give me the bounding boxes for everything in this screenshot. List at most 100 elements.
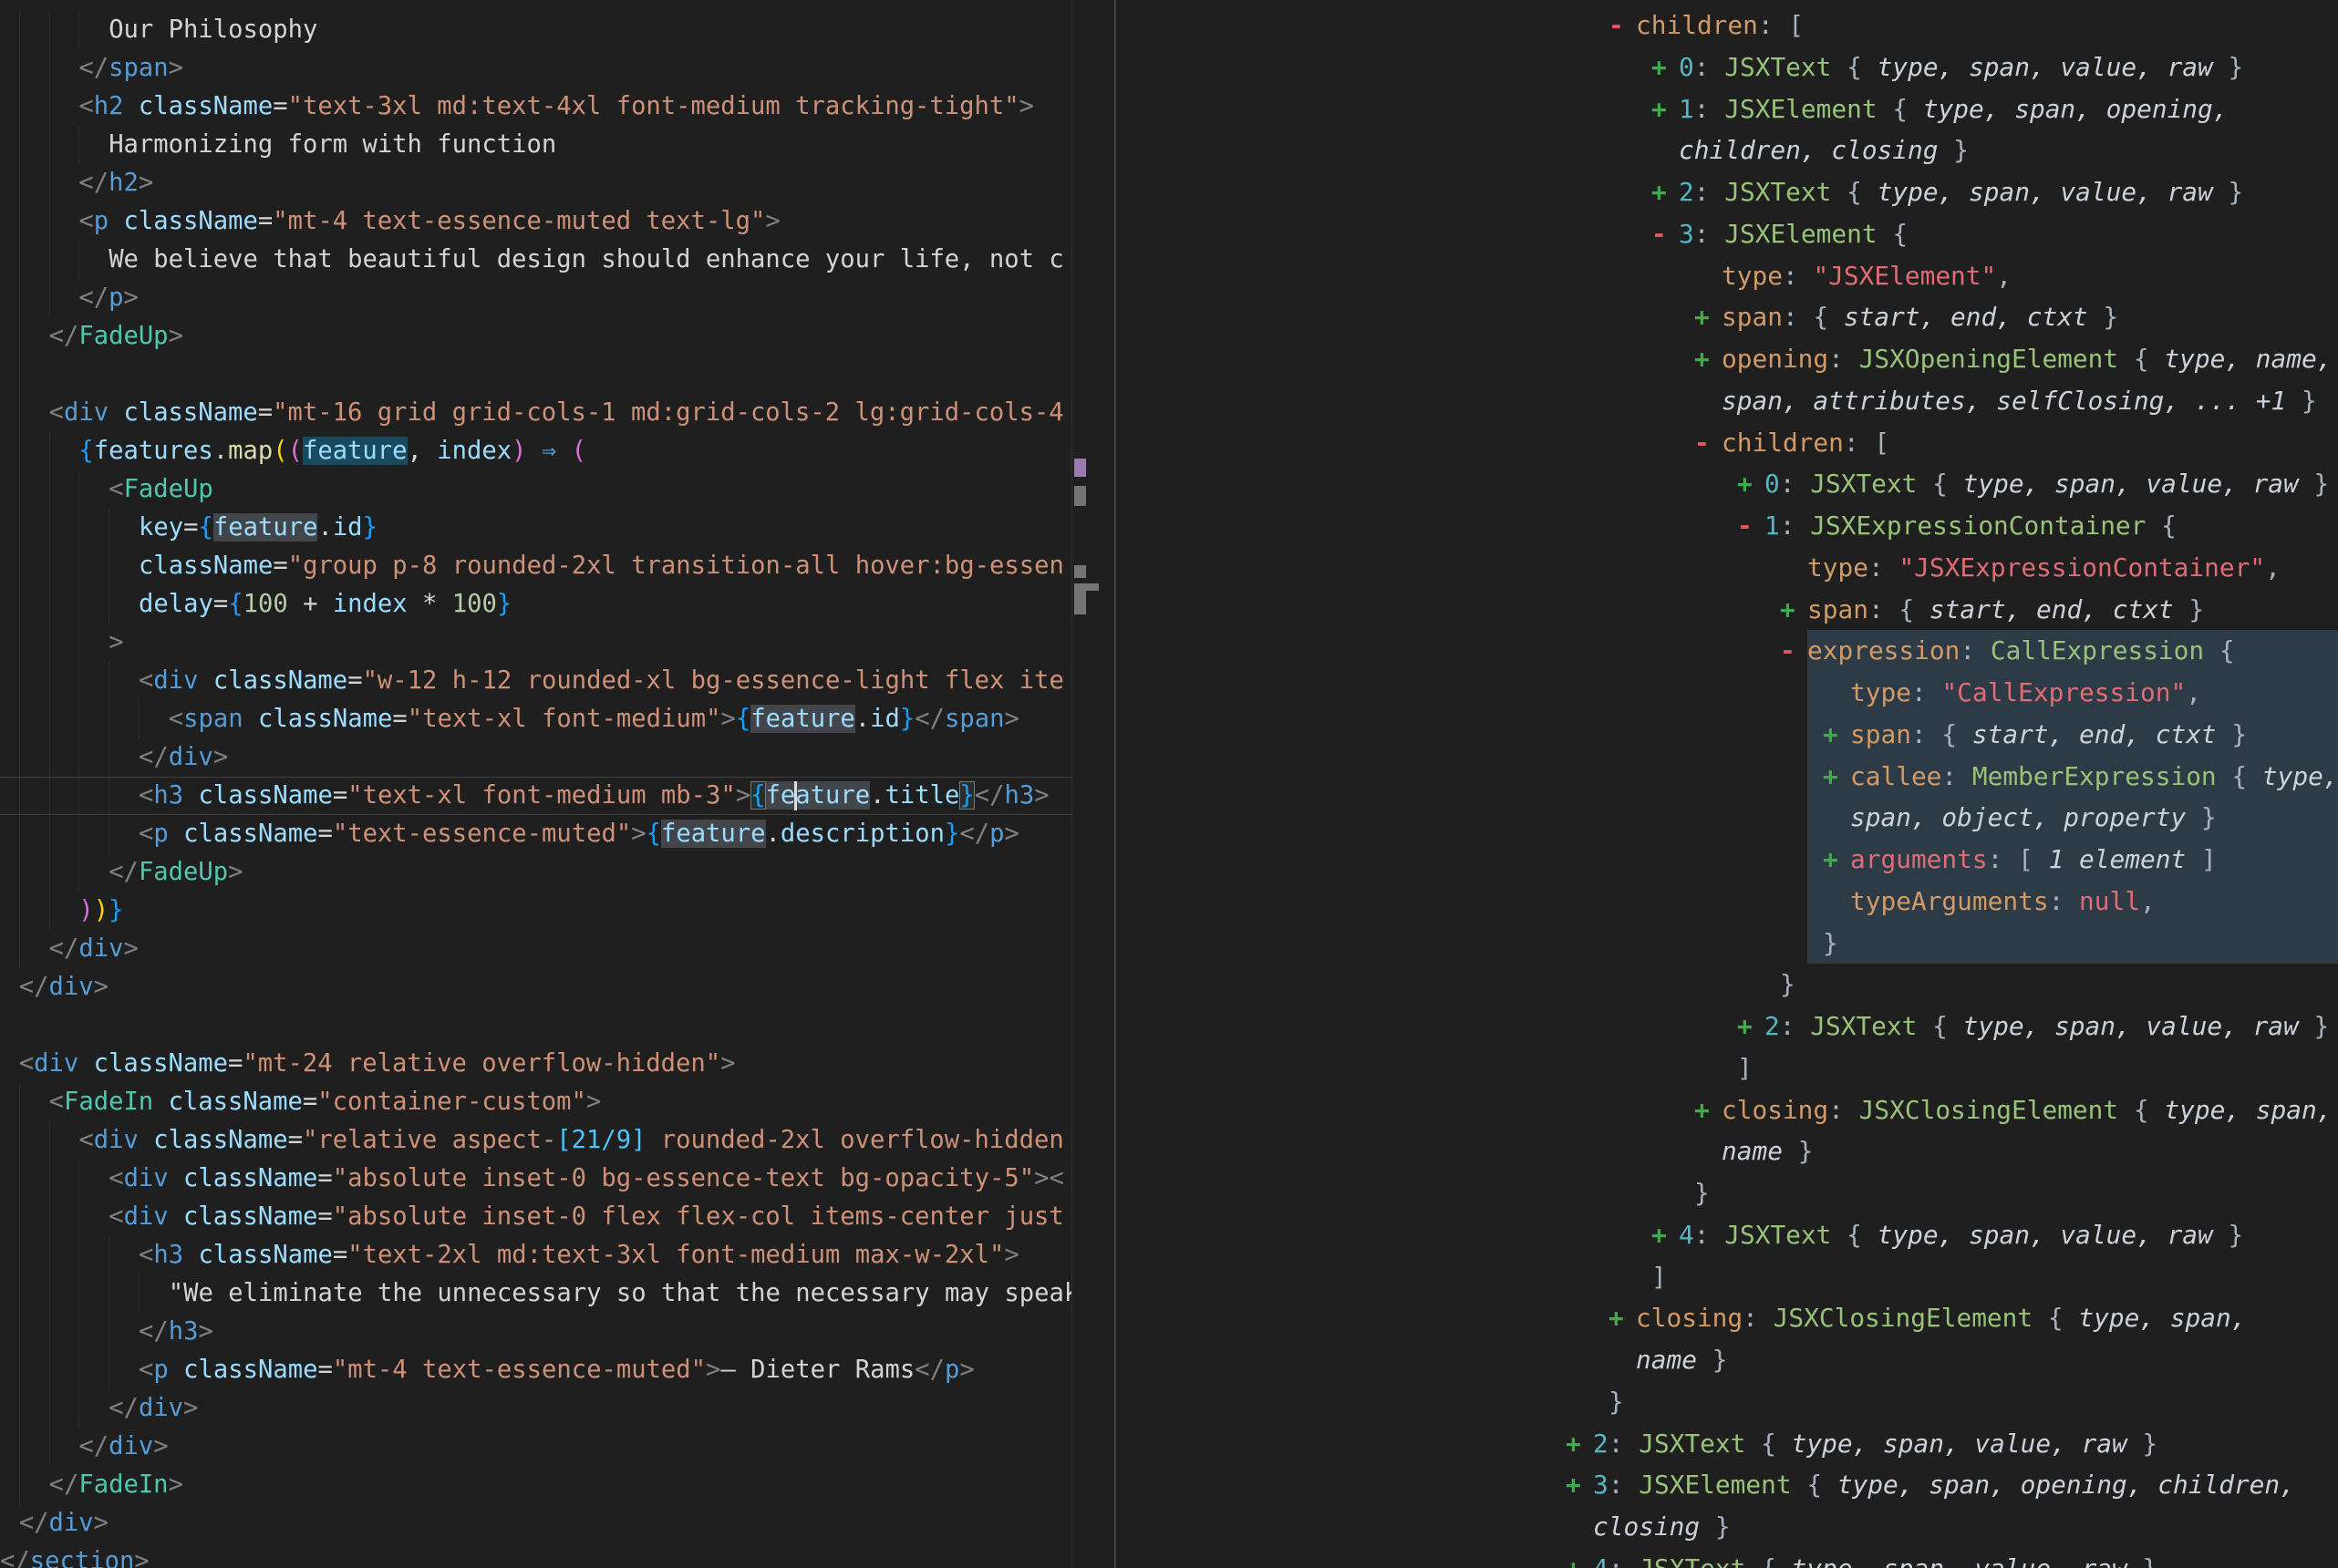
expand-toggle-icon[interactable]: + — [1651, 46, 1667, 88]
code-editor-pane[interactable]: Our Philosophy</span><h2 className="text… — [0, 0, 1114, 1568]
ast-tree-line[interactable]: +4: JSXText { type, span, value, raw } — [1116, 1214, 2338, 1256]
code-line[interactable]: <div className="relative aspect-[21/9] r… — [0, 1121, 1072, 1160]
code-line[interactable]: </h3> — [0, 1313, 1072, 1351]
expand-toggle-icon[interactable]: + — [1737, 463, 1753, 505]
ast-tree-line[interactable]: +1: JSXElement { type, span, opening, — [1116, 88, 2338, 130]
ast-tree-line[interactable]: span, attributes, selfClosing, ... +1 } — [1116, 380, 2338, 422]
ast-tree-panel[interactable]: -children: [+0: JSXText { type, span, va… — [1116, 0, 2338, 1568]
code-line[interactable]: <span className="text-xl font-medium">{f… — [0, 700, 1072, 738]
ast-tree-line[interactable]: } — [1116, 964, 2338, 1006]
collapse-toggle-icon[interactable]: - — [1651, 213, 1667, 255]
ast-tree-line[interactable]: } — [1116, 1172, 2338, 1214]
expand-toggle-icon[interactable]: + — [1566, 1464, 1581, 1506]
expand-toggle-icon[interactable]: + — [1566, 1548, 1581, 1568]
code-line[interactable]: <div className="mt-16 grid grid-cols-1 m… — [0, 394, 1072, 432]
ast-tree-line[interactable]: -children: [ — [1116, 422, 2338, 464]
expand-toggle-icon[interactable]: + — [1823, 714, 1838, 756]
ast-tree-line[interactable]: } — [1116, 1381, 2338, 1423]
collapse-toggle-icon[interactable]: - — [1609, 5, 1624, 46]
code-line[interactable] — [0, 1006, 1072, 1045]
collapse-toggle-icon[interactable]: - — [1737, 505, 1753, 547]
ast-tree-line[interactable]: +span: { start, end, ctxt } — [1116, 296, 2338, 338]
expand-toggle-icon[interactable]: + — [1694, 1089, 1710, 1131]
code-line[interactable]: </div> — [0, 1504, 1072, 1542]
code-line[interactable]: <div className="mt-24 relative overflow-… — [0, 1045, 1072, 1083]
ast-tree-line[interactable]: +span: { start, end, ctxt } — [1116, 589, 2338, 631]
ast-tree-line[interactable]: +closing: JSXClosingElement { type, span… — [1116, 1297, 2338, 1339]
code-line[interactable]: <h2 className="text-3xl md:text-4xl font… — [0, 88, 1072, 126]
ast-tree-line[interactable]: +4: JSXText { type, span, value, raw } — [1116, 1548, 2338, 1568]
collapse-toggle-icon[interactable]: - — [1694, 422, 1710, 464]
code-line[interactable]: {features.map((feature, index) ⇒ ( — [0, 432, 1072, 470]
expand-toggle-icon[interactable]: + — [1651, 1214, 1667, 1256]
ast-tree-line[interactable]: -3: JSXElement { — [1116, 213, 2338, 255]
code-line[interactable]: </span> — [0, 49, 1072, 88]
expand-toggle-icon[interactable]: + — [1780, 589, 1795, 631]
code-line[interactable]: <div className="absolute inset-0 bg-esse… — [0, 1160, 1072, 1198]
ast-tree-line[interactable]: -children: [ — [1116, 5, 2338, 46]
ast-tree-line[interactable]: +2: JSXText { type, span, value, raw } — [1116, 1006, 2338, 1047]
ast-lines[interactable]: -children: [+0: JSXText { type, span, va… — [1116, 5, 2338, 1568]
ast-tree-line[interactable]: closing } — [1116, 1506, 2338, 1548]
expand-toggle-icon[interactable]: + — [1609, 1297, 1624, 1339]
ast-tree-line[interactable]: +2: JSXText { type, span, value, raw } — [1116, 1423, 2338, 1465]
code-line[interactable]: </FadeIn> — [0, 1466, 1072, 1504]
ast-tree-line[interactable]: typeArguments: null, — [1116, 881, 2338, 923]
code-lines[interactable]: Our Philosophy</span><h2 className="text… — [0, 11, 1072, 1568]
ast-tree-line[interactable]: children, closing } — [1116, 129, 2338, 171]
ast-tree-line[interactable]: +0: JSXText { type, span, value, raw } — [1116, 46, 2338, 88]
code-line[interactable]: </div> — [0, 1389, 1072, 1428]
code-line[interactable]: > — [0, 624, 1072, 662]
code-line[interactable]: </div> — [0, 968, 1072, 1006]
code-line[interactable]: </div> — [0, 1428, 1072, 1466]
code-line[interactable]: <FadeUp — [0, 470, 1072, 509]
expand-toggle-icon[interactable]: + — [1566, 1423, 1581, 1465]
ast-tree-line[interactable]: +0: JSXText { type, span, value, raw } — [1116, 463, 2338, 505]
expand-toggle-icon[interactable]: + — [1651, 88, 1667, 130]
code-line[interactable]: "We eliminate the unnecessary so that th… — [0, 1274, 1072, 1313]
ast-tree-line[interactable]: +callee: MemberExpression { type, — [1116, 756, 2338, 798]
expand-toggle-icon[interactable]: + — [1737, 1006, 1753, 1047]
code-line[interactable]: </h2> — [0, 164, 1072, 202]
ast-tree-line[interactable]: span, object, property } — [1116, 797, 2338, 839]
code-line[interactable] — [0, 356, 1072, 394]
code-line[interactable]: Harmonizing form with function — [0, 126, 1072, 164]
code-line[interactable]: key={feature.id} — [0, 509, 1072, 547]
code-line[interactable]: <p className="mt-4 text-essence-muted te… — [0, 202, 1072, 241]
ast-tree-line[interactable]: type: "JSXElement", — [1116, 255, 2338, 297]
code-line[interactable]: <div className="w-12 h-12 rounded-xl bg-… — [0, 662, 1072, 700]
code-line[interactable]: <p className="text-essence-muted">{featu… — [0, 815, 1072, 853]
expand-toggle-icon[interactable]: + — [1823, 839, 1838, 881]
ast-tree-line[interactable]: +arguments: [ 1 element ] — [1116, 839, 2338, 881]
ast-tree-line[interactable]: } — [1116, 923, 2338, 965]
ast-tree-line[interactable]: +closing: JSXClosingElement { type, span… — [1116, 1089, 2338, 1131]
code-line[interactable]: We believe that beautiful design should … — [0, 241, 1072, 279]
code-line[interactable]: </div> — [0, 930, 1072, 968]
ast-tree-line[interactable]: -expression: CallExpression { — [1116, 630, 2338, 672]
code-line[interactable]: </div> — [0, 738, 1072, 777]
ast-tree-line[interactable]: ] — [1116, 1256, 2338, 1298]
ast-tree-line[interactable]: +2: JSXText { type, span, value, raw } — [1116, 171, 2338, 213]
code-line[interactable]: <div className="absolute inset-0 flex fl… — [0, 1198, 1072, 1236]
code-line[interactable]: Our Philosophy — [0, 11, 1072, 49]
expand-toggle-icon[interactable]: + — [1694, 296, 1710, 338]
code-line[interactable]: <p className="mt-4 text-essence-muted">—… — [0, 1351, 1072, 1389]
ast-tree-line[interactable]: name } — [1116, 1130, 2338, 1172]
ast-tree-line[interactable]: type: "JSXExpressionContainer", — [1116, 547, 2338, 589]
collapse-toggle-icon[interactable]: - — [1780, 630, 1795, 672]
ast-tree-line[interactable]: -1: JSXExpressionContainer { — [1116, 505, 2338, 547]
expand-toggle-icon[interactable]: + — [1823, 756, 1838, 798]
code-line[interactable]: <h3 className="text-2xl md:text-3xl font… — [0, 1236, 1072, 1274]
ast-tree-line[interactable]: ] — [1116, 1047, 2338, 1089]
code-line[interactable]: ))} — [0, 892, 1072, 930]
code-line[interactable]: delay={100 + index * 100} — [0, 585, 1072, 624]
code-line[interactable]: <FadeIn className="container-custom"> — [0, 1083, 1072, 1121]
code-line[interactable]: </section> — [0, 1542, 1072, 1568]
code-line[interactable]: <h3 className="text-xl font-medium mb-3"… — [0, 777, 1072, 815]
code-line[interactable]: </FadeUp> — [0, 317, 1072, 356]
expand-toggle-icon[interactable]: + — [1694, 338, 1710, 380]
ast-tree-line[interactable]: +opening: JSXOpeningElement { type, name… — [1116, 338, 2338, 380]
ast-tree-line[interactable]: +span: { start, end, ctxt } — [1116, 714, 2338, 756]
ast-tree-line[interactable]: name } — [1116, 1339, 2338, 1381]
ast-tree-line[interactable]: +3: JSXElement { type, span, opening, ch… — [1116, 1464, 2338, 1506]
